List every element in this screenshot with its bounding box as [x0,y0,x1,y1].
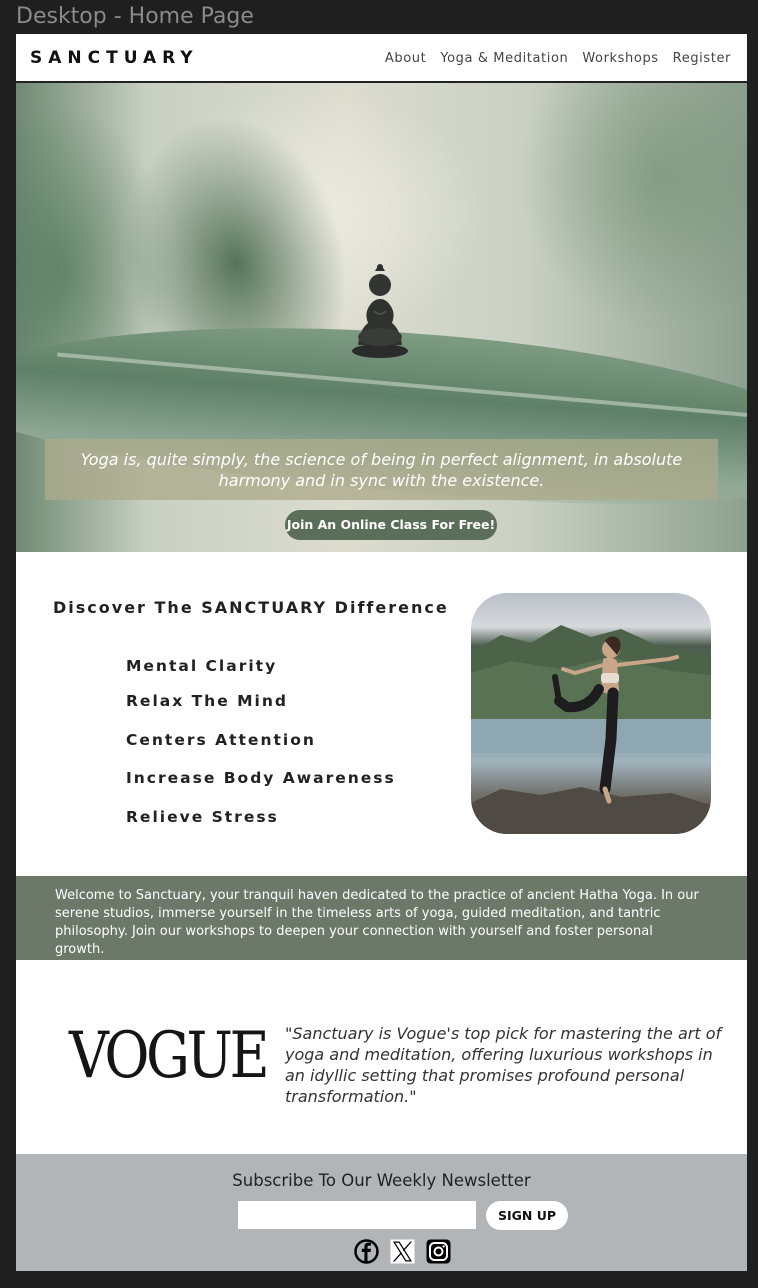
brand-logo[interactable]: SANCTUARY [30,48,199,68]
x-icon[interactable] [390,1239,415,1264]
press-quote: "Sanctuary is Vogue's top pick for maste… [285,1024,722,1106]
frame-title: Desktop - Home Page [16,4,254,29]
hero-image: Yoga is, quite simply, the science of be… [16,83,747,552]
benefit-item: Relax The Mind [126,692,288,710]
welcome-section: Welcome to Sanctuary, your tranquil have… [16,876,747,960]
nav-link-workshops[interactable]: Workshops [582,51,658,66]
nav-link-about[interactable]: About [385,51,426,66]
hero-quote: Yoga is, quite simply, the science of be… [80,450,683,490]
nav-links: About Yoga & Meditation Workshops Regist… [385,51,731,66]
newsletter-email-input[interactable] [238,1201,476,1229]
join-class-button[interactable]: Join An Online Class For Free! [285,510,497,540]
benefit-item: Centers Attention [126,731,316,749]
home-page: SANCTUARY About Yoga & Meditation Worksh… [16,34,747,1271]
benefit-item: Relieve Stress [126,808,279,826]
instagram-icon[interactable] [426,1239,451,1264]
newsletter-title: Subscribe To Our Weekly Newsletter [232,1171,531,1190]
difference-title: Discover The SANCTUARY Difference [53,598,449,617]
top-nav: SANCTUARY About Yoga & Meditation Worksh… [16,34,747,83]
benefit-item: Increase Body Awareness [126,769,396,787]
facebook-icon[interactable] [354,1239,379,1264]
newsletter-section: Subscribe To Our Weekly Newsletter SIGN … [16,1154,747,1271]
nav-link-register[interactable]: Register [673,51,731,66]
welcome-text: Welcome to Sanctuary, your tranquil have… [55,888,699,957]
yoga-pose-photo [471,593,711,834]
benefit-item: Mental Clarity [126,657,278,675]
sign-up-button[interactable]: SIGN UP [486,1201,568,1230]
buddha-statue-icon [352,264,408,358]
nav-link-yoga-meditation[interactable]: Yoga & Meditation [440,51,568,66]
hero-quote-band: Yoga is, quite simply, the science of be… [45,439,718,500]
yoga-person-figure [552,636,679,804]
vogue-logo: VOGUE [69,1019,270,1093]
